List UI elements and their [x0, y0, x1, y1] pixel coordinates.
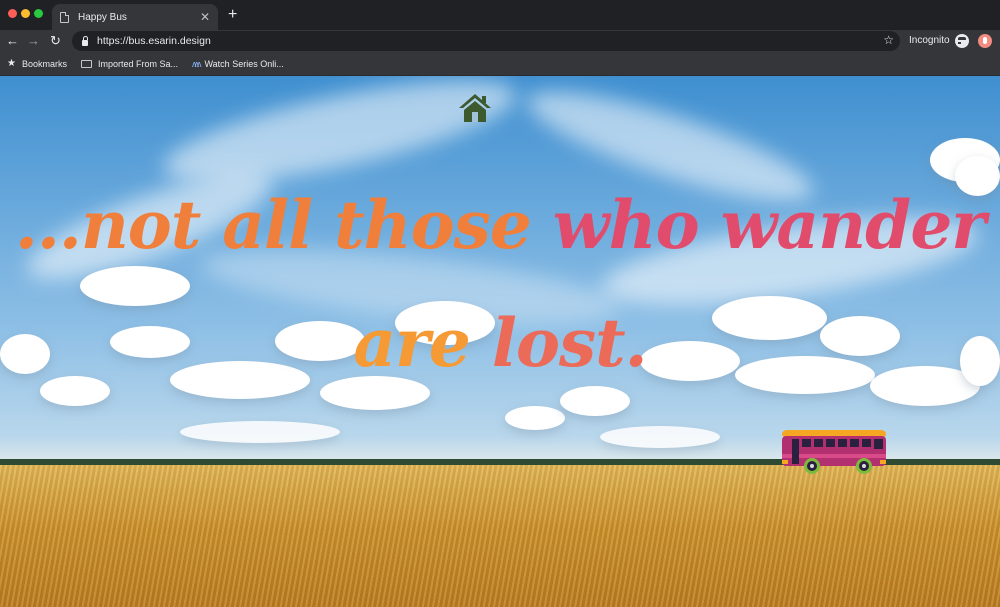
cloud — [560, 386, 630, 416]
close-window-button[interactable] — [8, 9, 17, 18]
bus-illustration — [782, 430, 886, 474]
minimize-window-button[interactable] — [21, 9, 30, 18]
incognito-icon[interactable] — [955, 34, 972, 48]
bookmark-label: Bookmarks — [21, 58, 67, 69]
cloud — [180, 421, 340, 443]
quote-segment: ...not all those — [14, 186, 532, 264]
incognito-label: Incognito — [909, 35, 950, 46]
bookmarks-bar: ★ Bookmarks Imported From Sa... ʌʌʌ Watc… — [0, 52, 1000, 76]
bookmark-item-imported[interactable]: Imported From Sa... — [80, 58, 179, 69]
star-icon: ★ — [7, 58, 16, 69]
back-arrow-icon[interactable]: ← — [6, 32, 19, 50]
cloud — [80, 266, 190, 306]
bookmark-label: Imported From Sa... — [97, 58, 179, 69]
cloud — [505, 406, 565, 430]
maximize-window-button[interactable] — [34, 9, 43, 18]
tab-title: Happy Bus — [78, 11, 127, 23]
quote-segment: are — [353, 304, 471, 382]
url-text[interactable]: https://bus.esarin.design — [97, 35, 211, 47]
quote-segment: lost. — [469, 304, 648, 382]
bookmark-star-icon[interactable]: ☆ — [883, 33, 894, 47]
lock-icon — [82, 35, 88, 46]
bookmark-label: Watch Series Onli... — [204, 58, 284, 69]
tab-strip: Happy Bus ✕ + — [0, 0, 1000, 30]
close-tab-icon[interactable]: ✕ — [200, 11, 210, 23]
page-viewport: ...not all those who wander are lost. — [0, 76, 1000, 607]
browser-toolbar: ← → ↻ https://bus.esarin.design ☆ Incogn… — [0, 30, 1000, 52]
home-icon[interactable] — [458, 93, 492, 123]
new-tab-button[interactable]: + — [228, 7, 237, 23]
bookmark-item-watch-series[interactable]: ʌʌʌ Watch Series Onli... — [192, 59, 284, 69]
cloud — [600, 426, 720, 448]
bookmark-item-bookmarks[interactable]: ★ Bookmarks — [7, 58, 67, 69]
wave-icon: ʌʌʌ — [192, 58, 201, 69]
quote-line-1: ...not all those who wander — [0, 186, 1000, 264]
reload-icon[interactable]: ↻ — [50, 32, 61, 50]
extension-icon[interactable] — [978, 34, 992, 48]
address-bar[interactable]: https://bus.esarin.design ☆ — [72, 31, 900, 51]
wheat-field — [0, 465, 1000, 607]
quote-segment: who wander — [530, 186, 986, 264]
quote-line-2: are lost. — [0, 304, 1000, 382]
tab-happy-bus[interactable]: Happy Bus ✕ — [52, 4, 218, 30]
document-icon — [60, 11, 69, 23]
forward-arrow-icon[interactable]: → — [27, 32, 40, 50]
folder-icon — [80, 59, 92, 68]
